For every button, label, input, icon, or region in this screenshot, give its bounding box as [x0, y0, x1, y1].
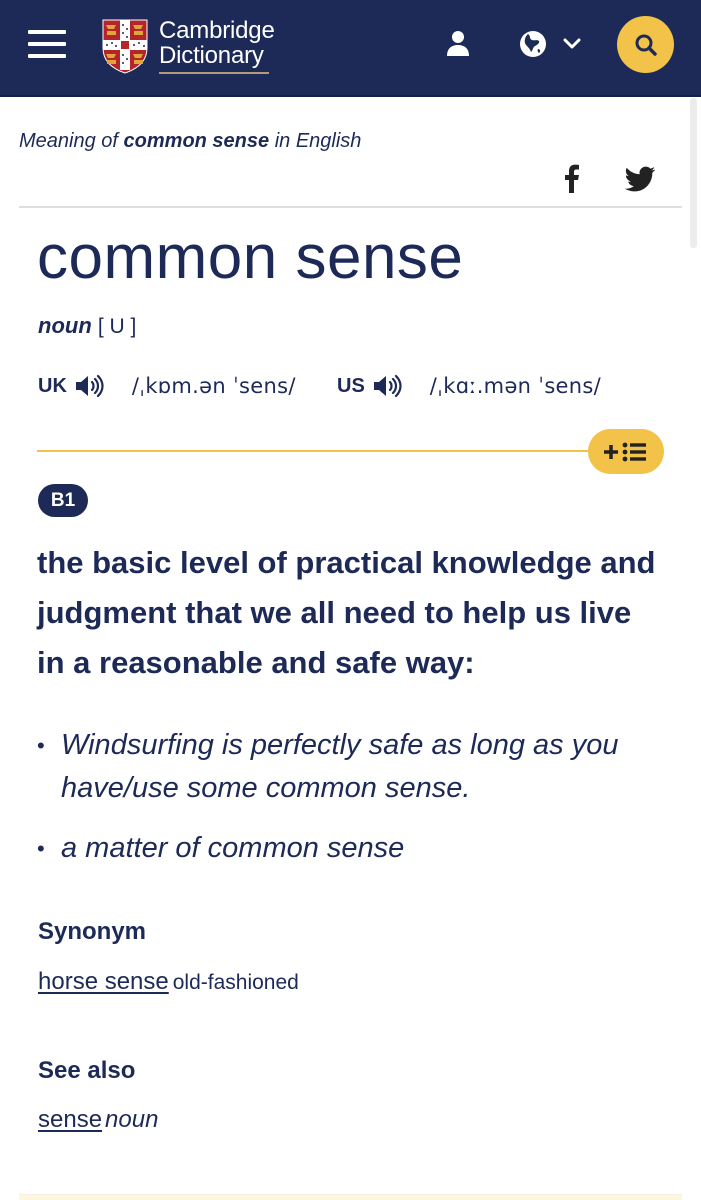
plus-list-icon: [604, 442, 646, 461]
ipa-uk: /ˌkɒm.ən ˈsens/: [131, 374, 296, 398]
add-to-word-list-button[interactable]: [588, 429, 664, 474]
part-of-speech: noun [ U ]: [38, 313, 136, 339]
next-section-box: [19, 1194, 682, 1200]
see-also-entry: sense noun: [38, 1106, 158, 1134]
example-item: a matter of common sense: [37, 827, 677, 870]
chevron-down-icon[interactable]: [562, 36, 582, 52]
meaning-suffix: in English: [274, 130, 362, 152]
section-divider: [19, 206, 682, 208]
meaning-prefix: Meaning of: [19, 130, 118, 152]
search-button[interactable]: [617, 16, 674, 73]
facebook-icon[interactable]: [560, 163, 582, 193]
synonym-heading: Synonym: [38, 918, 147, 945]
site-header: Cambridge Dictionary: [0, 0, 701, 97]
brand-line-1: Cambridge: [159, 17, 275, 44]
definition-text: the basic level of practical knowledge a…: [37, 545, 656, 680]
cambridge-shield-logo: [102, 19, 148, 74]
brand-underline: [159, 72, 269, 74]
user-icon[interactable]: [444, 29, 472, 57]
pronunciation-uk: UK /ˌkɒm.ən ˈsens/: [38, 373, 296, 399]
cefr-level-badge: B1: [38, 484, 88, 517]
menu-icon[interactable]: [28, 30, 66, 58]
see-also-pos: noun: [105, 1106, 159, 1133]
cambridge-logo-link[interactable]: Cambridge Dictionary: [101, 18, 275, 78]
twitter-icon[interactable]: [625, 166, 655, 192]
search-icon: [635, 34, 657, 56]
brand-name: Cambridge Dictionary: [159, 18, 275, 74]
speaker-icon[interactable]: [74, 373, 104, 399]
pronunciation-us: US /ˌkɑː.mən ˈsens/: [337, 373, 601, 399]
sense-divider: [37, 450, 597, 452]
region-label: US: [337, 374, 365, 397]
grammar-code: [ U ]: [97, 315, 137, 338]
meaning-heading: Meaning of common sense in English: [19, 130, 361, 153]
speaker-icon[interactable]: [372, 373, 402, 399]
menu-bar: [28, 30, 66, 34]
menu-bar: [28, 42, 66, 46]
example-item: Windsurfing is perfectly safe as long as…: [37, 724, 677, 810]
see-also-link[interactable]: sense: [38, 1106, 102, 1133]
usage-label: old-fashioned: [172, 971, 299, 994]
region-label: UK: [38, 374, 67, 397]
synonym-entry: horse sense old-fashioned: [38, 968, 299, 996]
examples-list: Windsurfing is perfectly safe as long as…: [37, 724, 677, 887]
brand-line-2: Dictionary: [159, 42, 264, 69]
synonym-link[interactable]: horse sense: [38, 968, 169, 995]
globe-icon[interactable]: [519, 30, 547, 58]
ipa-us: /ˌkɑː.mən ˈsens/: [429, 374, 602, 398]
see-also-heading: See also: [38, 1057, 136, 1084]
headword: common sense: [37, 223, 464, 292]
pos-label: noun: [38, 313, 92, 338]
page-scrollbar[interactable]: [690, 98, 697, 248]
meaning-term: common sense: [123, 130, 270, 152]
menu-bar: [28, 54, 66, 58]
